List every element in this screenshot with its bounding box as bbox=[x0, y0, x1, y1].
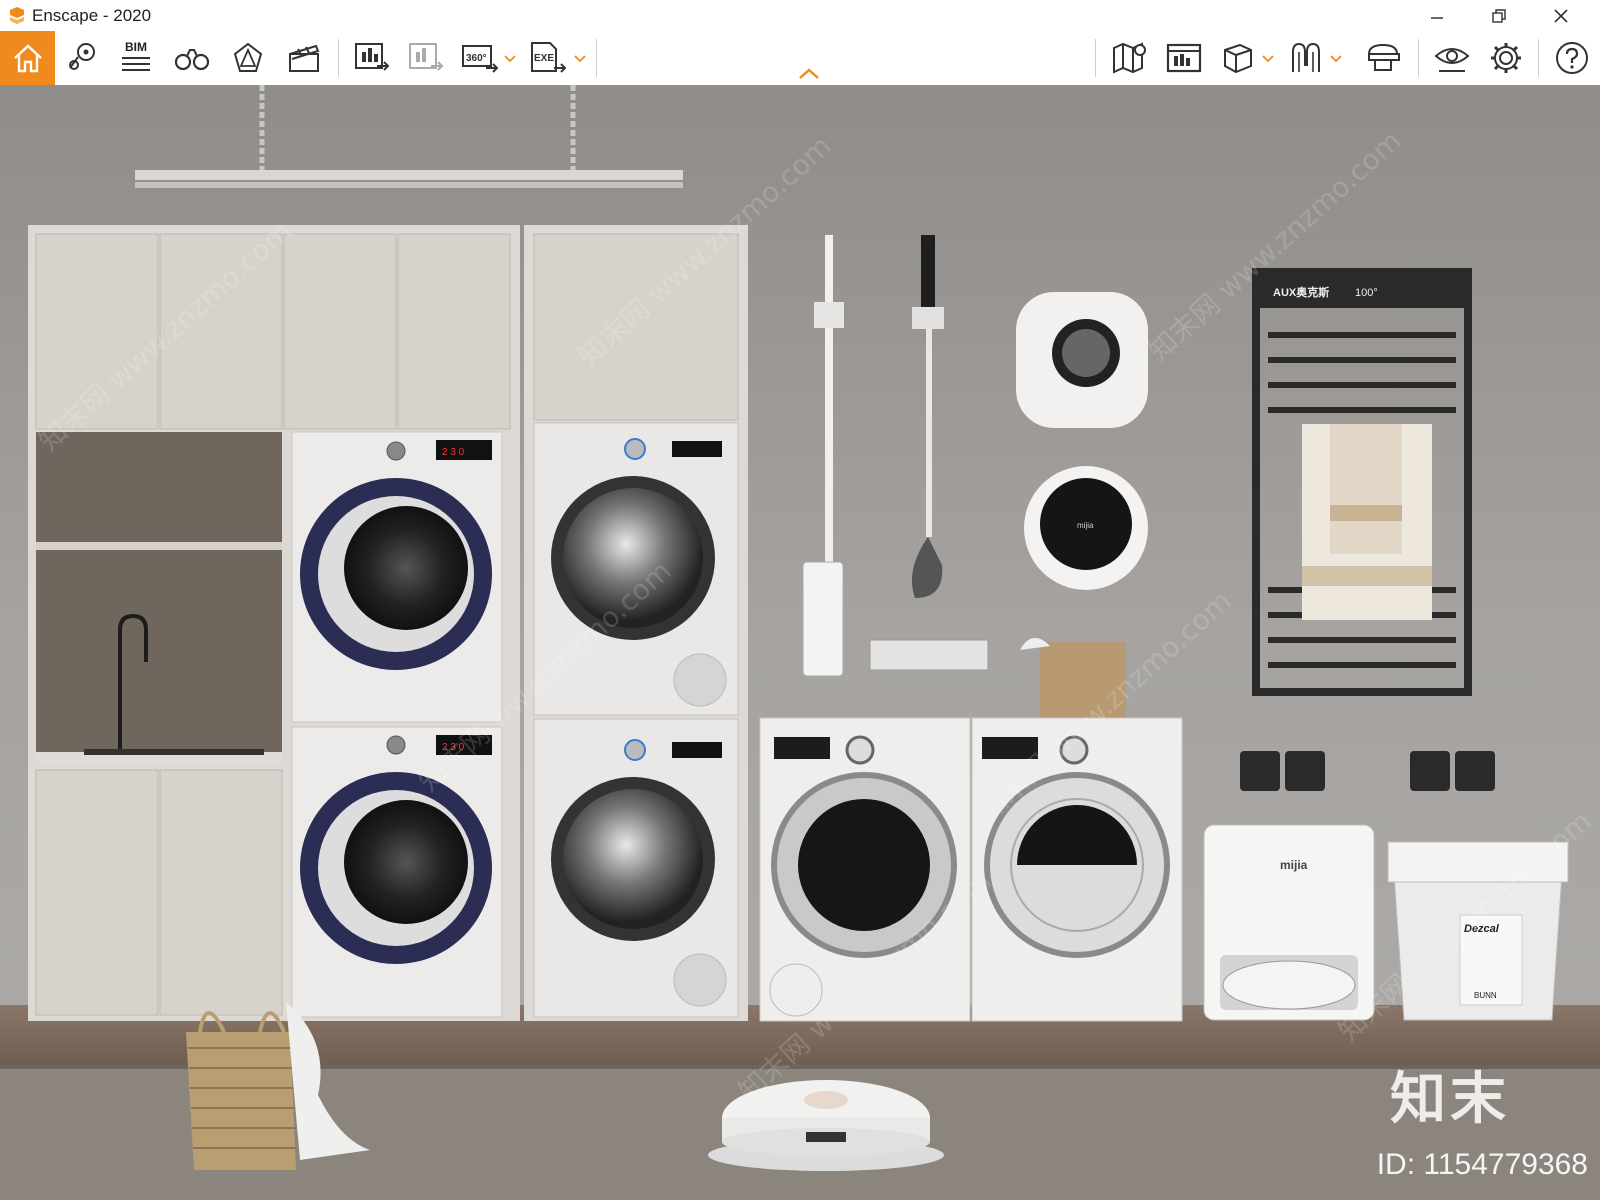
clapper-icon bbox=[289, 44, 320, 72]
dryer-bottom: 2 3 0 bbox=[291, 726, 503, 1018]
collapse-toolbar-chevron-icon[interactable] bbox=[798, 66, 820, 80]
asset-library-button[interactable] bbox=[1216, 37, 1260, 79]
visual-settings-icon bbox=[1434, 48, 1470, 72]
toolbar-separator bbox=[1418, 39, 1419, 77]
asset-cube-icon bbox=[1224, 43, 1252, 74]
dryer-top: 2 3 0 bbox=[291, 431, 503, 723]
chevron-down-icon bbox=[574, 55, 586, 63]
asset-dropdown[interactable] bbox=[1262, 53, 1274, 65]
views-button[interactable] bbox=[60, 37, 104, 79]
settings-gear-icon bbox=[1491, 43, 1521, 73]
white-dryer-right bbox=[971, 717, 1183, 1022]
map-icon bbox=[1113, 42, 1146, 74]
render-viewport[interactable]: 2 3 0 2 3 0 mijia AUX奥克斯 100° mijia Dezc… bbox=[0, 85, 1600, 1200]
map-button[interactable] bbox=[1108, 37, 1152, 79]
panorama-dropdown[interactable] bbox=[504, 53, 516, 65]
window-title: Enscape - 2020 bbox=[32, 5, 152, 25]
svg-text:2 3 0: 2 3 0 bbox=[442, 447, 465, 458]
svg-text:100°: 100° bbox=[1355, 287, 1378, 299]
svg-text:mijia: mijia bbox=[1077, 521, 1094, 530]
render-image-button[interactable] bbox=[350, 37, 394, 79]
vr-headset-icon bbox=[1292, 42, 1320, 72]
screenshot-icon bbox=[1166, 43, 1202, 73]
visual-settings-button[interactable] bbox=[1430, 37, 1474, 79]
watermark-brand: 知末 bbox=[1390, 1067, 1510, 1132]
bim-button[interactable]: BIM bbox=[114, 37, 158, 79]
batch-render-button[interactable] bbox=[404, 37, 448, 79]
toolbar-separator bbox=[596, 39, 597, 77]
restore-button[interactable] bbox=[1474, 0, 1524, 31]
exe-export-icon: EXE bbox=[531, 42, 567, 73]
enscape-logo-icon bbox=[6, 5, 28, 27]
bim-icon bbox=[122, 57, 150, 71]
chevron-down-icon bbox=[504, 55, 516, 63]
watermark-id: ID: 1154779368 bbox=[1376, 1148, 1588, 1181]
views-icon bbox=[69, 43, 95, 70]
minimize-button[interactable] bbox=[1412, 0, 1462, 31]
exe-export-button[interactable]: EXE bbox=[526, 37, 570, 79]
toolbar-separator bbox=[338, 39, 339, 77]
vr-dropdown[interactable] bbox=[1330, 53, 1342, 65]
bim-label: BIM bbox=[125, 40, 147, 54]
chevron-down-icon bbox=[1262, 55, 1274, 63]
help-icon bbox=[1556, 42, 1588, 74]
chevron-down-icon bbox=[1330, 55, 1342, 63]
panorama-button[interactable]: 360° bbox=[458, 37, 502, 79]
close-button[interactable] bbox=[1536, 0, 1586, 31]
site-context-button[interactable] bbox=[1362, 37, 1406, 79]
vr-button[interactable] bbox=[1284, 37, 1328, 79]
toolbar-separator bbox=[1538, 39, 1539, 77]
batch-render-icon bbox=[409, 43, 444, 71]
light-icon bbox=[233, 42, 263, 72]
screenshot-button[interactable] bbox=[1162, 37, 1206, 79]
svg-text:AUX奥克斯: AUX奥克斯 bbox=[1273, 285, 1329, 299]
hat-icon bbox=[1367, 43, 1400, 71]
help-button[interactable] bbox=[1550, 37, 1594, 79]
bosch-dryer-bottom bbox=[533, 718, 739, 1018]
panorama-label: 360° bbox=[466, 53, 487, 64]
svg-text:mijia: mijia bbox=[1280, 858, 1308, 872]
settings-button[interactable] bbox=[1484, 37, 1528, 79]
svg-text:BUNN: BUNN bbox=[1474, 991, 1497, 1000]
home-icon bbox=[13, 44, 42, 73]
binoculars-icon bbox=[174, 49, 210, 71]
title-bar: Enscape - 2020 bbox=[0, 0, 1600, 31]
render-export-icon bbox=[355, 43, 390, 71]
home-button[interactable] bbox=[0, 31, 55, 85]
video-editor-button[interactable] bbox=[282, 37, 326, 79]
panorama-360-icon: 360° bbox=[462, 45, 499, 73]
exe-label: EXE bbox=[534, 53, 554, 64]
toolbar-separator bbox=[1095, 39, 1096, 77]
exe-dropdown[interactable] bbox=[574, 53, 586, 65]
walk-mode-button[interactable] bbox=[170, 37, 214, 79]
light-view-button[interactable] bbox=[226, 37, 270, 79]
